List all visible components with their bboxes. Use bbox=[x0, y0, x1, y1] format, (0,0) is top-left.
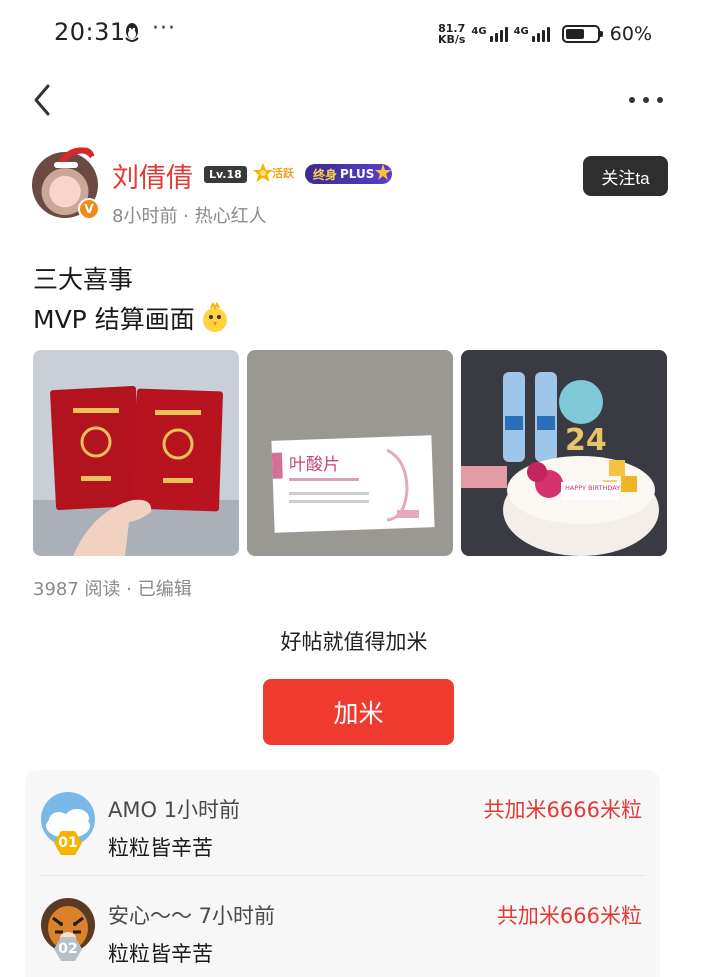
reward-message: 粒粒皆辛苦 bbox=[108, 942, 213, 966]
post-photo-birthday-cake[interactable]: 24 HAPPY BIRTHDAY bbox=[461, 350, 667, 556]
active-crown-icon bbox=[253, 163, 273, 182]
qq-icon bbox=[125, 23, 139, 42]
verified-badge: V bbox=[78, 198, 100, 220]
list-item[interactable]: 02 安心～～ 7小时前 粒粒皆辛苦 共加米666米粒 bbox=[25, 896, 660, 977]
chick-emoji-icon bbox=[202, 302, 227, 332]
signal-icon-1: 4G bbox=[471, 26, 508, 42]
marriage-certificate-image bbox=[33, 350, 239, 556]
rank-badge: 02 bbox=[53, 936, 83, 962]
post-photo-folic-acid[interactable]: 叶酸片 bbox=[247, 350, 453, 556]
level-badge: Lv.18 bbox=[204, 166, 247, 183]
plus-prefix: 终身 bbox=[313, 167, 338, 182]
battery-icon bbox=[561, 25, 603, 43]
add-rice-button[interactable]: 加米 bbox=[263, 679, 454, 745]
author-avatar[interactable]: V bbox=[32, 147, 100, 220]
author-meta: 8小时前 · 热心红人 bbox=[112, 206, 267, 227]
reward-amount: 共加米6666米粒 bbox=[483, 798, 642, 822]
signal-icon-2: 4G bbox=[514, 26, 550, 42]
back-icon[interactable] bbox=[28, 82, 58, 118]
santa-hat-icon bbox=[54, 147, 98, 168]
reward-prompt: 好帖就值得加米 bbox=[280, 630, 428, 654]
cake-number-topper: 24 bbox=[565, 423, 607, 458]
status-bar: 20:31 ··· 81.7 KB/s 4G 4G 60% bbox=[0, 0, 708, 66]
rank-badge: 01 bbox=[53, 830, 83, 856]
post-stats: 3987 阅读 · 已编辑 bbox=[33, 579, 192, 600]
rewarder-name: 安心～～ 7小时前 bbox=[108, 904, 276, 928]
active-badge: 活跃 bbox=[252, 162, 294, 184]
more-options-icon[interactable] bbox=[628, 96, 664, 104]
follow-button[interactable]: 关注ta bbox=[583, 156, 668, 196]
folic-acid-box-image: 叶酸片 bbox=[247, 350, 453, 556]
plus-badge: 终身 PLUS bbox=[305, 164, 393, 184]
reward-list: 01 AMO 1小时前 粒粒皆辛苦 共加米6666米粒 02 安心～～ 7小时前… bbox=[25, 770, 660, 977]
status-right: 81.7 KB/s 4G 4G 60% bbox=[438, 20, 652, 48]
post-text-line-1: 三大喜事 bbox=[33, 265, 134, 294]
birthday-cake-image: 24 HAPPY BIRTHDAY bbox=[461, 350, 667, 556]
author-name[interactable]: 刘倩倩 bbox=[112, 156, 193, 195]
folic-acid-label: 叶酸片 bbox=[289, 455, 340, 475]
plus-star-icon bbox=[375, 164, 392, 180]
network-speed: 81.7 KB/s bbox=[437, 22, 466, 46]
reward-amount: 共加米666米粒 bbox=[496, 904, 642, 928]
rewarder-name: AMO 1小时前 bbox=[108, 798, 241, 822]
post-photo-marriage-certificates[interactable] bbox=[33, 350, 239, 556]
cake-banner: HAPPY BIRTHDAY bbox=[565, 484, 620, 492]
status-time: 20:31 bbox=[54, 18, 126, 46]
divider bbox=[40, 875, 645, 876]
reward-message: 粒粒皆辛苦 bbox=[108, 836, 213, 860]
active-label: 活跃 bbox=[272, 167, 294, 180]
battery-percent: 60% bbox=[609, 23, 652, 45]
status-more-dots: ··· bbox=[152, 16, 176, 41]
post-text-line-2: MVP 结算画面 bbox=[33, 300, 231, 336]
plus-label: PLUS bbox=[340, 167, 375, 181]
